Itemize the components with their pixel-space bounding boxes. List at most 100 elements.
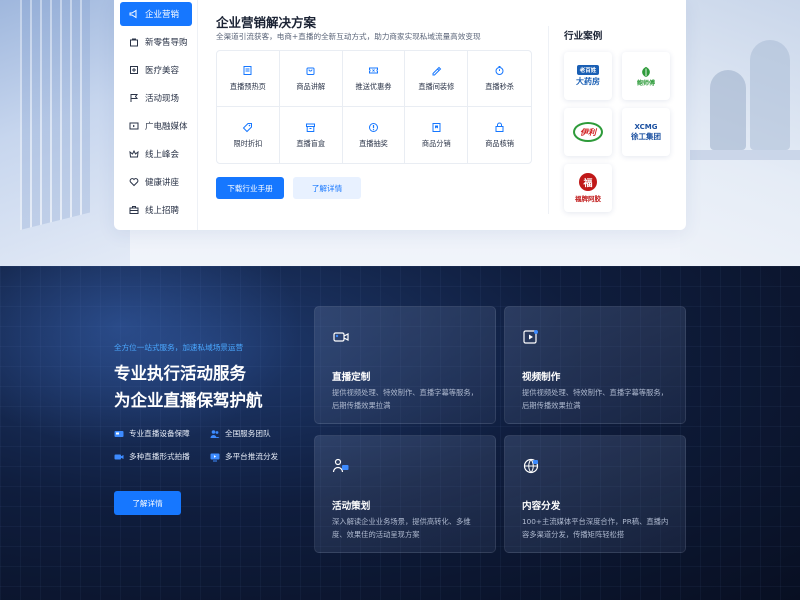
sidebar-item-medical-beauty[interactable]: 医疗美容 (120, 58, 192, 82)
service-feature-team: 全国服务团队 (210, 428, 271, 439)
service-card-video-production[interactable]: 视频制作 提供视频处理、特效制作、直播字幕等服务，后期传播效果拉满 (504, 306, 686, 424)
service-title-line1: 专业执行活动服务 (114, 364, 246, 383)
sidebar-item-broadcast-media[interactable]: 广电融媒体 (120, 114, 192, 138)
sidebar-item-online-summit[interactable]: 线上峰会 (120, 142, 192, 166)
feature-push-coupon[interactable]: 推送优惠券 (342, 51, 406, 107)
cases-title: 行业案例 (564, 31, 603, 42)
service-card-event-planning[interactable]: 活动策划 深入解读企业业务场景，提供高转化、多维度、效果佳的活动呈现方案 (314, 435, 496, 553)
crown-icon (129, 149, 139, 159)
industry-cases: 行业案例 老百姓 大药房 鲍师傅 伊利 XCMG 徐工集团 福 福牌阿胶 (564, 0, 679, 230)
service-learn-more-button[interactable]: 了解详情 (114, 491, 181, 515)
card-description: 100+主流媒体平台深度合作，PR稿、直播内容多渠道分发，传播矩阵轻松搭 (522, 517, 669, 539)
solution-main: 企业营销解决方案 全渠道引流获客，电商+直播的全新互动方式，助力商家实现私域流量… (216, 0, 536, 230)
feature-label: 推送优惠券 (355, 82, 392, 91)
feature-label: 商品核销 (485, 138, 514, 148)
feature-label: 全国服务团队 (225, 429, 271, 438)
sidebar-item-label: 医疗美容 (145, 66, 180, 76)
card-title: 直播定制 (332, 372, 371, 383)
card-title: 内容分发 (522, 501, 561, 512)
sidebar-item-online-recruiting[interactable]: 线上招聘 (120, 198, 192, 222)
logo-text: 大药房 (576, 77, 600, 86)
sidebar-item-label: 健康讲座 (145, 178, 180, 188)
bag-icon (129, 37, 139, 47)
sidebar-item-label: 企业营销 (145, 10, 180, 20)
feature-product-explain[interactable]: 商品讲解 (279, 51, 343, 107)
sidebar-item-label: 线上峰会 (145, 150, 180, 160)
feature-label: 直播盲盒 (296, 138, 326, 148)
logo-text: 徐工集团 (631, 131, 661, 141)
service-feature-device: 专业直播设备保障 (114, 428, 190, 439)
top-section: 企业营销 新零售导购 医疗美容 活动现场 广电融媒体 线上峰会 健康讲座 线上招… (0, 0, 800, 266)
feature-lottery[interactable]: 直播抽奖 (343, 107, 406, 163)
download-handbook-button[interactable]: 下载行业手册 (216, 177, 284, 199)
tag-icon (243, 122, 253, 132)
heart-icon (129, 177, 139, 187)
solution-description: 全渠道引流获客，电商+直播的全新互动方式，助力商家实现私域流量高效变现 (216, 32, 481, 41)
logo-text: 鲍师傅 (636, 79, 655, 87)
sidebar-item-label: 新零售导购 (145, 38, 188, 48)
city-building-image (0, 0, 130, 266)
case-logo-fupai[interactable]: 福 福牌阿胶 (564, 164, 612, 212)
card-description: 提供视频处理、特效制作、直播字幕等服务，后期传播效果拉满 (522, 388, 668, 410)
learn-more-button[interactable]: 了解详情 (293, 177, 361, 199)
solution-title: 企业营销解决方案 (216, 15, 317, 30)
sidebar-item-label: 活动现场 (145, 94, 180, 104)
case-logo-laobaixing[interactable]: 老百姓 大药房 (564, 52, 612, 100)
sidebar-item-health-lecture[interactable]: 健康讲座 (120, 170, 192, 194)
service-title-line2: 为企业直播保驾护航 (114, 391, 263, 410)
card-description: 深入解读企业业务场景，提供高转化、多维度、效果佳的活动呈现方案 (332, 517, 471, 539)
sidebar-item-event-site[interactable]: 活动现场 (120, 86, 192, 110)
clinic-icon (129, 65, 139, 75)
feature-label: 直播预热页 (229, 82, 266, 91)
sidebar-item-retail-guide[interactable]: 新零售导购 (120, 30, 192, 54)
camera-icon (114, 452, 124, 462)
feature-blind-box[interactable]: 直播盲盒 (280, 107, 343, 163)
service-section: 全方位一站式服务，加速私域场景运营 专业执行活动服务 为企业直播保驾护航 专业直… (0, 266, 800, 600)
case-logo-yili[interactable]: 伊利 (564, 108, 612, 156)
lock-icon (495, 122, 504, 132)
feature-live-preview-page[interactable]: 直播预热页 (217, 51, 280, 107)
briefcase-icon (129, 205, 139, 215)
feature-verification[interactable]: 商品核销 (468, 107, 531, 163)
leaf-icon (642, 66, 650, 77)
card-description: 提供视频处理、特效制作、直播字幕等服务，后期传播效果拉满 (332, 388, 478, 410)
feature-distribution[interactable]: 商品分销 (405, 107, 469, 163)
share-icon (432, 122, 441, 132)
service-feature-camera: 多种直播形式拍播 (114, 451, 190, 462)
feature-room-decoration[interactable]: 直播间装修 (405, 51, 469, 107)
feature-label: 直播秒杀 (485, 82, 514, 91)
glow-background (0, 266, 300, 446)
page-icon (243, 66, 252, 75)
feature-label: 直播间装修 (418, 82, 455, 91)
feature-flash-sale[interactable]: 直播秒杀 (468, 51, 531, 107)
live-camera-icon (332, 328, 350, 346)
service-feature-broadcast: 多平台推流分发 (210, 451, 278, 462)
video-edit-icon (522, 328, 540, 346)
office-people-image (680, 0, 800, 266)
feature-limited-discount[interactable]: 限时折扣 (217, 107, 280, 163)
card-title: 活动策划 (332, 501, 371, 512)
case-logo-xcmg[interactable]: XCMG 徐工集团 (622, 108, 670, 156)
device-icon (114, 429, 124, 439)
lottery-icon (368, 122, 378, 132)
panel-divider (548, 26, 549, 214)
cart-icon (306, 67, 315, 75)
globe-icon (522, 457, 540, 475)
coupon-icon (368, 67, 378, 74)
industry-sidebar: 企业营销 新零售导购 医疗美容 活动现场 广电融媒体 线上峰会 健康讲座 线上招… (114, 0, 198, 230)
card-title: 视频制作 (522, 372, 561, 383)
logo-text: 福牌阿胶 (575, 195, 601, 203)
service-title: 专业执行活动服务 为企业直播保驾护航 (114, 360, 263, 414)
media-icon (129, 121, 139, 131)
service-card-content-distribution[interactable]: 内容分发 100+主流媒体平台深度合作，PR稿、直播内容多渠道分发，传播矩阵轻松… (504, 435, 686, 553)
logo-text: 伊利 (580, 127, 596, 137)
team-icon (210, 429, 220, 439)
flag-icon (129, 93, 139, 103)
case-logo-baoshifu[interactable]: 鲍师傅 (622, 52, 670, 100)
megaphone-icon (129, 9, 139, 19)
feature-label: 限时折扣 (233, 138, 263, 148)
sidebar-item-enterprise-marketing[interactable]: 企业营销 (120, 2, 192, 26)
feature-label: 专业直播设备保障 (129, 429, 190, 438)
feature-grid: 直播预热页 商品讲解 推送优惠券 直播间装修 直播秒杀 限时折扣 直播盲盒 直播… (216, 50, 532, 164)
service-card-live-custom[interactable]: 直播定制 提供视频处理、特效制作、直播字幕等服务，后期传播效果拉满 (314, 306, 496, 424)
